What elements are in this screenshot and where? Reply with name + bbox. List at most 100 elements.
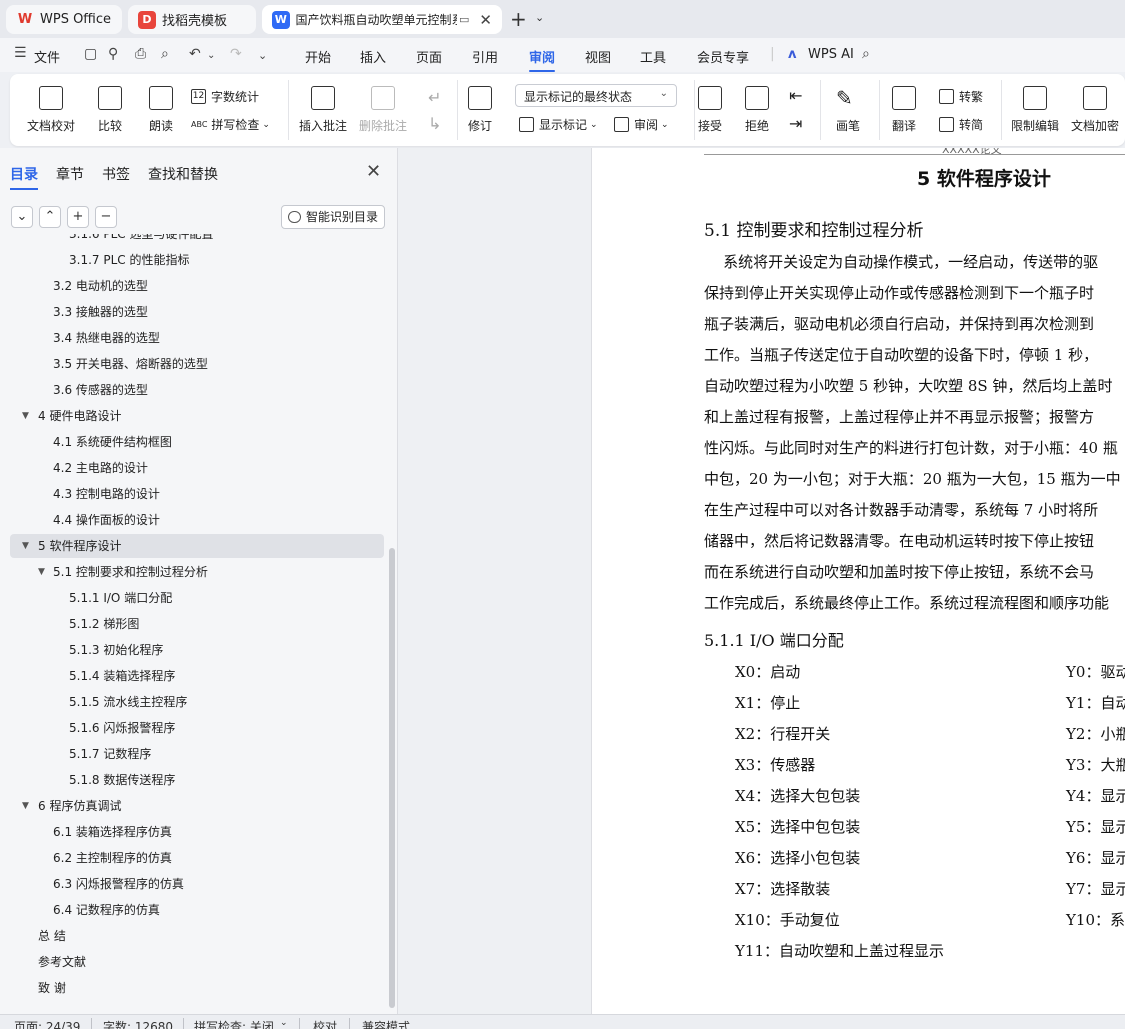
save-icon[interactable]: ▢ — [84, 46, 97, 62]
document-page[interactable]: XXXXX论文 5 软件程序设计 5.1 控制要求和控制过程分析 系统将开关设定… — [591, 148, 1125, 1014]
search-icon[interactable]: ⌕ — [862, 46, 870, 62]
toc-scrollbar[interactable] — [389, 548, 395, 1008]
close-icon[interactable]: ✕ — [366, 161, 381, 182]
to-traditional-button[interactable]: 转繁 — [939, 88, 983, 105]
toc-item[interactable]: 5.1.5 流水线主控程序 — [10, 690, 384, 714]
menu-tab-view[interactable]: 视图 — [585, 47, 611, 66]
word-count-button[interactable]: 12 字数统计 — [191, 88, 259, 105]
menu-tab-references[interactable]: 引用 — [472, 47, 498, 66]
spell-check-status[interactable]: 拼写检查: 关闭 — [194, 1018, 274, 1029]
menu-tab-page[interactable]: 页面 — [416, 47, 442, 66]
expand-arrow-icon[interactable]: ▼ — [22, 404, 29, 428]
toc-item[interactable]: 3.3 接触器的选型 — [10, 300, 384, 324]
toc-item[interactable]: 4.2 主电路的设计 — [10, 456, 384, 480]
toc-item[interactable]: 3.4 热继电器的选型 — [10, 326, 384, 350]
expand-arrow-icon[interactable]: ▼ — [22, 534, 29, 558]
toc-item[interactable]: 3.5 开关电器、熔断器的选型 — [10, 352, 384, 376]
expand-arrow-icon[interactable]: ▼ — [38, 560, 45, 584]
toc-item[interactable]: 6.2 主控制程序的仿真 — [10, 846, 384, 870]
page-indicator[interactable]: 页面: 24/39 — [14, 1018, 80, 1029]
new-tab-button[interactable]: + — [510, 9, 527, 29]
toc-item[interactable]: 4.3 控制电路的设计 — [10, 482, 384, 506]
accept-button[interactable]: 接受 — [698, 86, 722, 134]
translate-button[interactable]: 翻译 — [892, 86, 916, 134]
toc-item[interactable]: 6.4 记数程序的仿真 — [10, 898, 384, 922]
toc-item[interactable]: 5.1.4 装箱选择程序 — [10, 664, 384, 688]
pen-button[interactable]: ✎ 画笔 — [836, 86, 860, 134]
menu-tab-review[interactable]: 审阅 — [529, 47, 556, 72]
toc-item[interactable]: 4.1 系统硬件结构框图 — [10, 430, 384, 454]
chevron-down-icon[interactable]: ⌄ — [280, 1018, 288, 1028]
panel-tab-find-replace[interactable]: 查找和替换 — [148, 164, 218, 184]
redo-icon[interactable]: ↷ — [230, 46, 242, 62]
toc-item[interactable]: 3.6 传感器的选型 — [10, 378, 384, 402]
toc-item[interactable]: 5.1.2 梯形图 — [10, 612, 384, 636]
print-preview-icon[interactable]: ⌕ — [161, 46, 169, 62]
to-simplified-button[interactable]: 转简 — [939, 116, 983, 133]
compare-button[interactable]: 比较 — [98, 86, 122, 134]
word-count-status[interactable]: 字数: 12680 — [103, 1018, 173, 1029]
close-tab-icon[interactable]: ✕ — [479, 11, 492, 29]
toc-item[interactable]: 3.1.6 PLC 选型与硬件配置 — [10, 234, 384, 246]
share-icon[interactable]: ⚲ — [108, 46, 118, 62]
tab-template[interactable]: D 找稻壳模板 — [128, 5, 256, 34]
reject-button[interactable]: 拒绝 — [745, 86, 769, 134]
menu-tab-member[interactable]: 会员专享 — [697, 47, 749, 66]
wps-ai-icon[interactable]: ᴧ — [788, 47, 796, 62]
menu-wps-ai[interactable]: WPS AI — [808, 47, 854, 62]
print-icon[interactable]: ⎙ — [135, 46, 146, 62]
add-heading-button[interactable]: + — [67, 206, 89, 228]
toc-item[interactable]: 6.3 闪烁报警程序的仿真 — [10, 872, 384, 896]
toc-item[interactable]: ▼ 4 硬件电路设计 — [10, 404, 384, 428]
toc-item[interactable]: 致 谢 — [10, 976, 384, 1000]
track-changes-button[interactable]: 修订 — [468, 86, 492, 134]
panel-tab-chapters[interactable]: 章节 — [56, 164, 84, 184]
panel-tab-bookmarks[interactable]: 书签 — [102, 164, 130, 184]
toc-item[interactable]: ▼ 5 软件程序设计 — [10, 534, 384, 558]
markup-state-select[interactable]: 显示标记的最终状态 ⌄ — [515, 84, 677, 107]
toc-item[interactable]: 6.1 装箱选择程序仿真 — [10, 820, 384, 844]
menu-file[interactable]: 文件 — [34, 47, 60, 66]
show-markup-button[interactable]: 显示标记 ⌄ — [519, 116, 598, 133]
smart-toc-button[interactable]: 智能识别目录 — [281, 205, 385, 229]
collapse-all-button[interactable]: ⌃ — [39, 206, 61, 228]
next-change-icon[interactable]: ⇥ — [789, 114, 802, 133]
menu-tab-home[interactable]: 开始 — [305, 47, 331, 66]
proofread-status[interactable]: 校对 — [313, 1018, 337, 1029]
toc-item[interactable]: 3.1.7 PLC 的性能指标 — [10, 248, 384, 272]
more-chevron-icon[interactable]: ⌄ — [258, 49, 267, 62]
undo-icon[interactable]: ↶ — [189, 46, 201, 62]
tab-list-chevron-icon[interactable]: ⌄ — [535, 11, 544, 24]
toc-item[interactable]: 参考文献 — [10, 950, 384, 974]
remove-heading-button[interactable]: − — [95, 206, 117, 228]
doc-encrypt-button[interactable]: 文档加密 — [1071, 86, 1119, 134]
toc-item[interactable]: 5.1.7 记数程序 — [10, 742, 384, 766]
toc-item[interactable]: 5.1.8 数据传送程序 — [10, 768, 384, 792]
restrict-edit-button[interactable]: 限制编辑 — [1011, 86, 1059, 134]
toc-item[interactable]: ▼ 5.1 控制要求和控制过程分析 — [10, 560, 384, 584]
toc-item[interactable]: 5.1.1 I/O 端口分配 — [10, 586, 384, 610]
toc-item[interactable]: 总 结 — [10, 924, 384, 948]
prev-comment-icon[interactable]: ↵ — [428, 88, 441, 107]
toc-item[interactable]: 5.1.3 初始化程序 — [10, 638, 384, 662]
menu-tab-insert[interactable]: 插入 — [360, 47, 386, 66]
undo-dropdown-icon[interactable]: ⌄ — [207, 50, 215, 61]
toc-item[interactable]: 5.1.6 闪烁报警程序 — [10, 716, 384, 740]
delete-comment-button[interactable]: 删除批注 — [359, 86, 407, 134]
hamburger-menu-icon[interactable]: ☰ — [14, 45, 27, 61]
expand-all-button[interactable]: ⌄ — [11, 206, 33, 228]
toc-item[interactable]: ▼ 6 程序仿真调试 — [10, 794, 384, 818]
read-aloud-button[interactable]: 朗读 — [149, 86, 173, 134]
prev-change-icon[interactable]: ⇤ — [789, 86, 802, 105]
toc-item[interactable]: 4.4 操作面板的设计 — [10, 508, 384, 532]
panel-tab-toc[interactable]: 目录 — [10, 164, 38, 190]
doc-check-button[interactable]: 文档校对 — [27, 86, 75, 134]
next-comment-icon[interactable]: ↳ — [428, 114, 441, 133]
review-pane-button[interactable]: 审阅 ⌄ — [614, 116, 669, 133]
tab-wps-office[interactable]: W WPS Office — [6, 5, 122, 34]
insert-comment-button[interactable]: 插入批注 — [299, 86, 347, 134]
menu-tab-tools[interactable]: 工具 — [640, 47, 666, 66]
expand-arrow-icon[interactable]: ▼ — [22, 794, 29, 818]
spell-check-button[interactable]: ABC 拼写检查 ⌄ — [191, 116, 270, 133]
tab-document[interactable]: W 国产饮料瓶自动吹塑单元控制系统设计 ▭ ✕ — [262, 5, 502, 34]
